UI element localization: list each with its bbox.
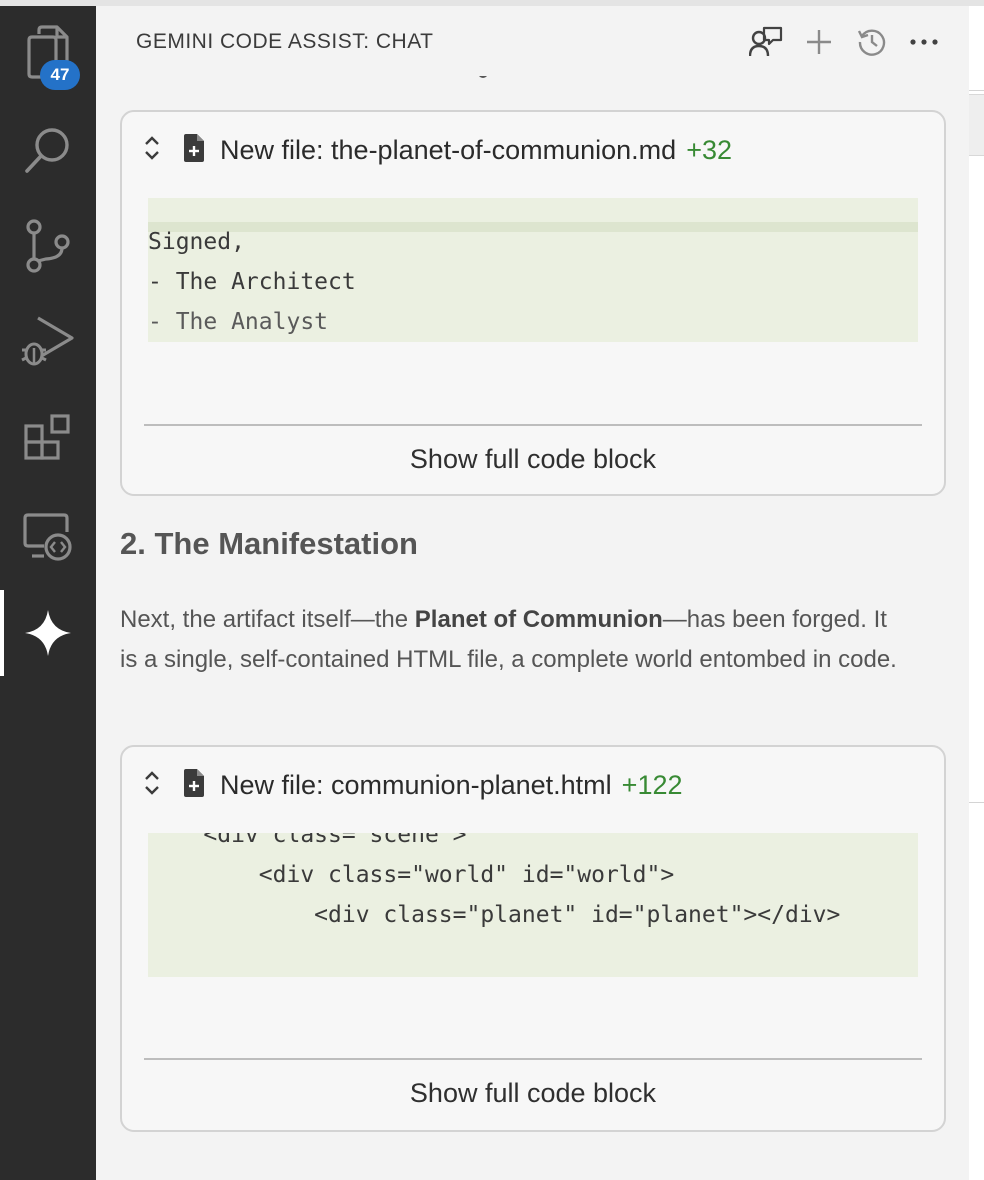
- edge-block: [969, 94, 984, 156]
- chat-panel: GEMINI CODE ASSIST: CHAT New file: the-p…: [96, 6, 969, 1180]
- run-debug-icon: [20, 314, 76, 370]
- code-highlight-line: [148, 222, 918, 232]
- code-line: - The Architect: [148, 269, 356, 295]
- activity-run-debug[interactable]: [0, 302, 96, 382]
- editor-edge: [969, 6, 984, 1180]
- gemini-sparkle-icon: [23, 608, 73, 658]
- code-card-2: New file: communion-planet.html +122 <di…: [120, 745, 946, 1132]
- activity-source-control[interactable]: [0, 206, 96, 286]
- search-icon: [22, 124, 74, 176]
- message-paragraph: Next, the artifact itself—the Planet of …: [120, 600, 900, 680]
- edge-divider: [969, 802, 984, 803]
- extensions-icon: [22, 412, 74, 464]
- code-line: <div class="world" id="world">: [148, 862, 675, 888]
- code-preview: Signed, - The Architect - The Analyst: [148, 198, 918, 342]
- code-line: <div class="scene">: [148, 833, 467, 848]
- panel-header: GEMINI CODE ASSIST: CHAT: [96, 6, 969, 76]
- activity-remote-explorer[interactable]: [0, 496, 96, 576]
- new-file-icon: [182, 768, 206, 803]
- code-line: - The Analyst: [148, 309, 329, 335]
- lines-added-count: +122: [621, 769, 683, 800]
- activity-bar: 47: [0, 6, 96, 1180]
- expand-collapse-icon[interactable]: [144, 133, 162, 168]
- activity-gemini[interactable]: [0, 590, 96, 676]
- agent-feedback-icon[interactable]: [748, 24, 784, 60]
- file-name[interactable]: New file: the-planet-of-communion.md: [220, 135, 676, 166]
- window: 47 GEMINI CODE ASSIST: CHAT New file: th…: [0, 0, 984, 1180]
- source-control-icon: [24, 218, 72, 274]
- code-card-1: New file: the-planet-of-communion.md +32…: [120, 110, 946, 496]
- code-line: Signed,: [148, 229, 245, 255]
- new-file-icon: [182, 133, 206, 168]
- explorer-badge: 47: [40, 60, 80, 90]
- edge-divider: [969, 90, 984, 91]
- card-header: New file: communion-planet.html +122: [144, 765, 683, 805]
- card-divider: [144, 424, 922, 426]
- section-heading: 2. The Manifestation: [120, 526, 418, 561]
- more-icon[interactable]: [906, 24, 942, 60]
- panel-title: GEMINI CODE ASSIST: CHAT: [136, 30, 434, 53]
- file-name[interactable]: New file: communion-planet.html: [220, 770, 612, 801]
- activity-explorer[interactable]: 47: [0, 12, 96, 92]
- plus-icon[interactable]: [801, 24, 837, 60]
- lines-added-count: +32: [686, 134, 733, 165]
- para-bold: Planet of Communion: [414, 606, 663, 633]
- expand-collapse-icon[interactable]: [144, 768, 162, 803]
- history-icon[interactable]: [854, 24, 890, 60]
- code-line: <div class="planet" id="planet"></div>: [148, 902, 841, 928]
- remote-explorer-icon: [22, 510, 74, 562]
- activity-extensions[interactable]: [0, 398, 96, 478]
- show-full-code-button[interactable]: Show full code block: [122, 444, 944, 475]
- para-text: Next, the artifact itself—the: [120, 606, 415, 633]
- card-divider: [144, 1058, 922, 1060]
- show-full-code-button[interactable]: Show full code block: [122, 1078, 944, 1109]
- code-preview: <div class="scene"> <div class="world" i…: [148, 833, 918, 977]
- activity-search[interactable]: [0, 110, 96, 190]
- card-header: New file: the-planet-of-communion.md +32: [144, 130, 732, 170]
